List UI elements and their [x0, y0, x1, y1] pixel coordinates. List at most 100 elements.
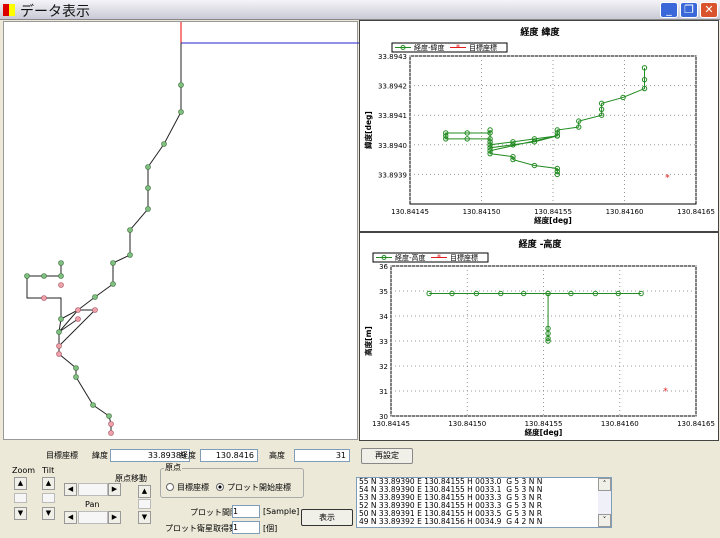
sat-label: プロット衛星取得数 — [165, 524, 237, 533]
origin-down-button[interactable]: ▼ — [138, 511, 151, 524]
close-button[interactable]: ✕ — [700, 2, 718, 18]
origin-group-label: 原点 — [164, 462, 182, 473]
show-button[interactable]: 表示 — [301, 509, 353, 526]
zoom-scrollbar[interactable] — [14, 493, 27, 503]
y-tick-label: 36 — [379, 263, 388, 271]
track-point — [127, 252, 133, 258]
log-scrollbar[interactable]: ˄ ˅ — [598, 478, 611, 527]
x-tick-label: 130.84160 — [606, 208, 644, 216]
track-point — [110, 260, 116, 266]
track-point-red — [58, 282, 64, 288]
pan-left-button-1[interactable]: ◀ — [64, 483, 77, 496]
y-tick-label: 33.8943 — [378, 53, 407, 61]
sat-input[interactable]: 1 — [232, 521, 260, 534]
track-point — [56, 329, 62, 335]
tilt-up-button[interactable]: ▲ — [42, 477, 55, 490]
origin-up-button[interactable]: ▲ — [138, 485, 151, 498]
legend-entry: 目標座標 — [450, 253, 478, 262]
interval-input[interactable]: 1 — [232, 505, 260, 518]
title-bar: データ表示 _ ❐ ✕ — [0, 0, 720, 20]
radio-plot-start-label: プロット開始座標 — [227, 483, 291, 492]
legend-entry: 目標座標 — [469, 43, 497, 52]
x-tick-label: 130.84160 — [601, 420, 639, 428]
track-point — [106, 413, 112, 419]
x-tick-label: 130.84165 — [677, 420, 715, 428]
minimize-button[interactable]: _ — [660, 2, 678, 18]
x-axis-label: 経度[deg] — [525, 427, 563, 437]
track-point-red — [56, 351, 62, 357]
origin-scrollbar[interactable] — [138, 499, 151, 509]
y-tick-label: 33 — [379, 338, 388, 346]
interval-label: プロット間隔 — [190, 508, 238, 517]
track-point — [145, 206, 151, 212]
lat-label: 緯度 — [92, 451, 108, 460]
track-point — [73, 374, 79, 380]
lon-input[interactable]: 130.8416 — [200, 449, 258, 462]
sat-unit: [個] — [263, 524, 278, 533]
y-tick-label: 32 — [379, 363, 388, 371]
track-point-red — [41, 295, 47, 301]
y-tick-label: 33.8942 — [378, 83, 407, 91]
track-point — [127, 227, 133, 233]
series-line — [429, 293, 642, 341]
target-point: * — [663, 387, 668, 397]
chart-lon-lat: 経度 緯度 130.84145 130.84150 130.84155 130.8416… — [359, 20, 719, 232]
track-line — [26, 263, 62, 319]
maximize-button[interactable]: ❐ — [680, 2, 698, 18]
pan-right-button-1[interactable]: ▶ — [108, 483, 121, 496]
track-point — [178, 109, 184, 115]
radio-plot-start[interactable] — [216, 483, 224, 491]
track-point-red — [92, 307, 98, 313]
legend-entry: 経度-緯度 — [414, 43, 445, 52]
window-title: データ表示 — [20, 4, 90, 20]
legend-marker: * — [456, 43, 460, 52]
track-point — [92, 294, 98, 300]
pan-scrollbar[interactable] — [78, 511, 108, 524]
track-point-red — [56, 343, 62, 349]
tilt-down-button[interactable]: ▼ — [42, 507, 55, 520]
reset-button[interactable]: 再設定 — [361, 448, 413, 464]
map-view[interactable] — [3, 21, 359, 440]
track-point-red — [108, 421, 114, 427]
track-point-red — [108, 430, 114, 436]
track-point — [41, 273, 47, 279]
scroll-up-icon[interactable]: ˄ — [598, 478, 611, 491]
zoom-label: Zoom — [12, 466, 36, 475]
y-tick-label: 33.8940 — [378, 142, 407, 150]
y-axis-label: 緯度[deg] — [363, 111, 373, 149]
track-point — [145, 164, 151, 170]
app-icon — [3, 4, 15, 16]
tilt-scrollbar[interactable] — [42, 493, 55, 503]
pan-right-button-2[interactable]: ▶ — [108, 511, 121, 524]
y-tick-label: 31 — [379, 388, 388, 396]
y-tick-label: 33.8939 — [378, 171, 407, 179]
track-point — [161, 141, 167, 147]
pan-label: Pan — [85, 500, 100, 509]
track-point-red — [75, 316, 81, 322]
y-tick-label: 34 — [379, 313, 388, 321]
log-item[interactable]: 49 N 33.89392 E 130.84156 H 0034.9 G 4 2… — [359, 518, 611, 526]
zoom-down-button[interactable]: ▼ — [14, 507, 27, 520]
interval-unit: [Sample] — [263, 507, 300, 516]
track-point — [178, 82, 184, 88]
alt-input[interactable]: 31 — [294, 449, 350, 462]
chart-title: 経度 緯度 — [520, 26, 560, 38]
zoom-up-button[interactable]: ▲ — [14, 477, 27, 490]
pan-left-button-2[interactable]: ◀ — [64, 511, 77, 524]
horizontal-scrollbar-1[interactable] — [78, 483, 108, 496]
track — [24, 43, 184, 436]
legend-entry: 経度-高度 — [395, 253, 426, 262]
track-map — [24, 22, 359, 436]
x-tick-label: 130.84145 — [391, 208, 429, 216]
radio-target[interactable] — [166, 483, 174, 491]
track-point — [90, 402, 96, 408]
x-tick-label: 130.84155 — [525, 420, 563, 428]
chart-title: 経度 -高度 — [519, 238, 563, 250]
lat-input[interactable]: 33.89389 — [110, 449, 190, 462]
y-tick-label: 35 — [379, 288, 388, 296]
track-point — [110, 281, 116, 287]
log-list[interactable]: 55 N 33.89390 E 130.84155 H 0033.0 G 5 3… — [356, 477, 612, 528]
x-tick-label: 130.84145 — [372, 420, 410, 428]
x-tick-label: 130.84150 — [448, 420, 486, 428]
scroll-down-icon[interactable]: ˅ — [598, 514, 611, 527]
